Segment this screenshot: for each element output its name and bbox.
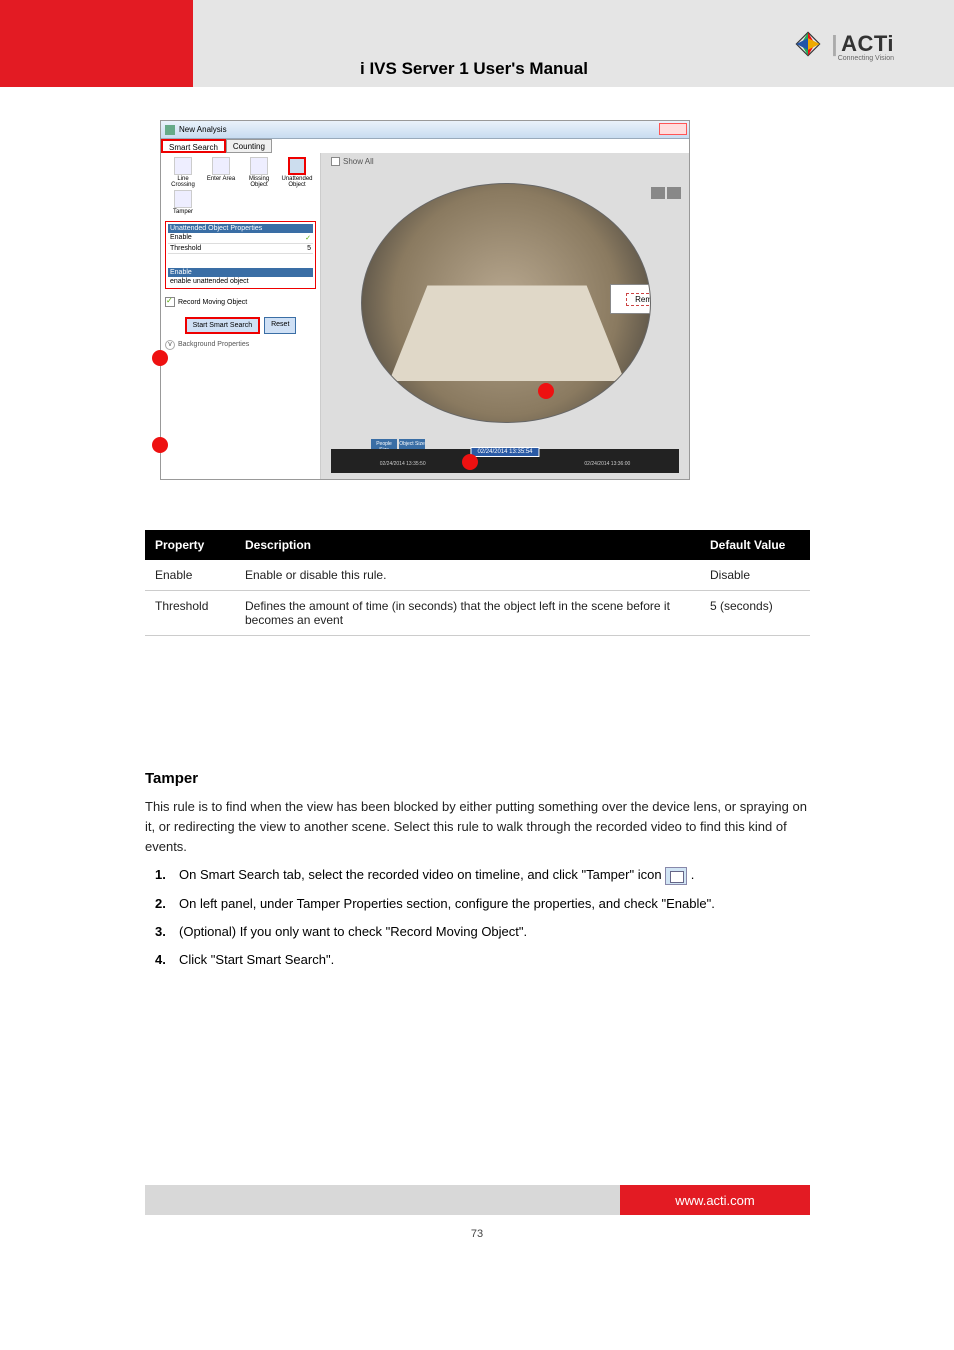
- view-grid-icon[interactable]: [651, 187, 665, 199]
- tabs: Smart Search Counting: [161, 139, 689, 153]
- app-icon: [165, 125, 175, 135]
- tab-smart-search[interactable]: Smart Search: [161, 139, 226, 153]
- background-properties-toggle[interactable]: vBackground Properties: [165, 340, 316, 350]
- step-2: 2. On left panel, under Tamper Propertie…: [155, 894, 810, 914]
- timeline-current: 02/24/2014 13:35:54: [470, 447, 539, 457]
- header: i IVS Server 1 User's Manual |ACTi Conne…: [0, 0, 954, 87]
- logo: |ACTi: [794, 30, 894, 58]
- tool-unattended-object[interactable]: Unattended Object: [279, 157, 315, 188]
- tool-line-crossing[interactable]: Line Crossing: [165, 157, 201, 188]
- red-accent-block: [0, 0, 193, 87]
- prop-enable2-desc: enable unattended object: [168, 277, 313, 286]
- right-panel: Show All Remove People Size Object Size …: [321, 153, 689, 479]
- titlebar: New Analysis: [161, 121, 689, 139]
- remove-callout[interactable]: Remove: [610, 284, 651, 314]
- timeline-right: 02/24/2014 13:36:00: [584, 461, 630, 467]
- window-title: New Analysis: [179, 125, 227, 134]
- th-property: Property: [145, 530, 235, 560]
- close-button[interactable]: [659, 123, 687, 135]
- tamper-section: Tamper This rule is to find when the vie…: [145, 770, 810, 978]
- timeline[interactable]: 02/24/2014 13:35:54 02/24/2014 13:35:50 …: [331, 449, 679, 473]
- reset-button[interactable]: Reset: [264, 317, 296, 334]
- tool-tamper[interactable]: Tamper: [165, 190, 201, 215]
- footer-link[interactable]: www.acti.com: [620, 1185, 810, 1215]
- record-moving-object-check[interactable]: Record Moving Object: [165, 297, 316, 307]
- logo-text: |ACTi: [828, 31, 894, 57]
- tool-enter-area[interactable]: Enter Area: [203, 157, 239, 188]
- table-row: Enable Enable or disable this rule. Disa…: [145, 560, 810, 591]
- th-description: Description: [235, 530, 700, 560]
- view-toggles: [651, 187, 681, 199]
- prop-threshold-value[interactable]: 5: [307, 245, 311, 252]
- logo-tagline: Connecting Vision: [838, 55, 894, 62]
- timeline-left: 02/24/2014 13:35:50: [380, 461, 426, 467]
- video-view[interactable]: Remove: [361, 183, 651, 423]
- properties-box: Unattended Object Properties Enable✓ Thr…: [165, 221, 316, 289]
- th-default: Default Value: [700, 530, 810, 560]
- tool-missing-object[interactable]: Missing Object: [241, 157, 277, 188]
- app-window: New Analysis Smart Search Counting Line …: [160, 120, 690, 480]
- tab-counting[interactable]: Counting: [226, 139, 272, 153]
- view-single-icon[interactable]: [667, 187, 681, 199]
- show-all-check[interactable]: Show All: [331, 157, 374, 166]
- footer: www.acti.com: [145, 1185, 810, 1215]
- page-number: 73: [471, 1228, 483, 1240]
- logo-icon: [794, 30, 822, 58]
- step-3: 3. (Optional) If you only want to check …: [155, 922, 810, 942]
- properties-table: Property Description Default Value Enabl…: [145, 530, 810, 636]
- annotation-dot: [462, 454, 478, 470]
- left-panel: Line Crossing Enter Area Missing Object …: [161, 153, 321, 479]
- annotation-dot: [538, 383, 554, 399]
- prop-threshold: Threshold: [170, 245, 201, 252]
- annotation-dot: [152, 437, 168, 453]
- step-1: 1. On Smart Search tab, select the recor…: [155, 865, 810, 885]
- section-intro: This rule is to find when the view has b…: [145, 797, 810, 857]
- table-row: Threshold Defines the amount of time (in…: [145, 591, 810, 636]
- chevron-down-icon: v: [165, 340, 175, 350]
- tool-row: Line Crossing Enter Area Missing Object …: [165, 157, 316, 215]
- prop-enable: Enable: [170, 234, 192, 242]
- step-4: 4. Click "Start Smart Search".: [155, 950, 810, 970]
- properties-title: Unattended Object Properties: [168, 224, 313, 233]
- section-title: Tamper: [145, 770, 810, 787]
- checkbox-icon: [165, 297, 175, 307]
- prop-enable2: Enable: [168, 268, 313, 277]
- checkbox-icon: [331, 157, 340, 166]
- doc-title: i IVS Server 1 User's Manual: [360, 59, 588, 79]
- annotation-dot: [152, 350, 168, 366]
- tamper-icon: [665, 867, 687, 885]
- start-smart-search-button[interactable]: Start Smart Search: [185, 317, 261, 334]
